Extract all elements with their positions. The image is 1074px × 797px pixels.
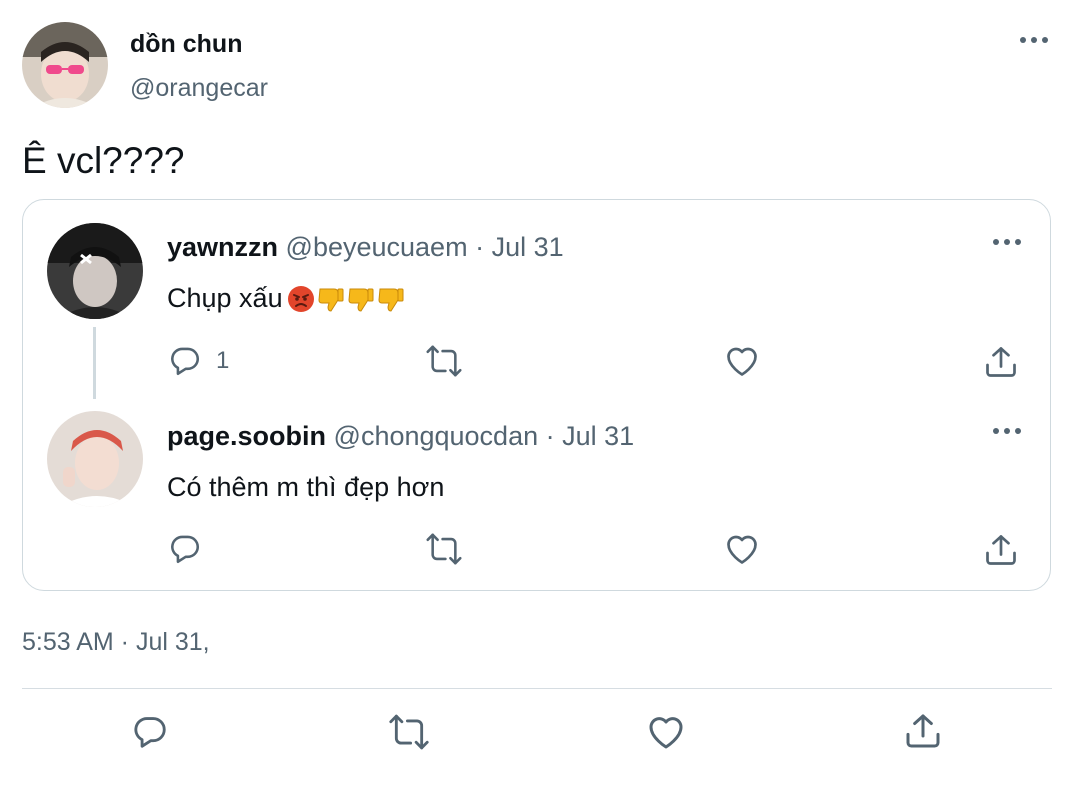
reply-count: 1	[216, 347, 230, 374]
more-icon[interactable]	[1020, 37, 1048, 43]
reply-button[interactable]: 1	[168, 344, 229, 378]
separator: ·	[538, 421, 563, 451]
share-icon	[906, 714, 940, 748]
author-name[interactable]: dồn chun	[130, 30, 242, 59]
thumbs-down-emoji	[378, 288, 404, 312]
avatar[interactable]	[47, 223, 143, 319]
share-button[interactable]	[983, 532, 1019, 568]
like-icon	[727, 535, 757, 564]
reply-icon	[134, 717, 166, 748]
retweet-icon	[426, 533, 462, 565]
like-button[interactable]	[646, 713, 686, 751]
reply-button[interactable]	[168, 532, 202, 566]
like-icon	[649, 717, 683, 749]
share-icon	[986, 535, 1016, 565]
more-icon[interactable]	[993, 239, 1021, 245]
user-handle[interactable]: @chongquocdan	[334, 421, 539, 451]
author-avatar[interactable]	[22, 22, 108, 108]
retweet-icon	[426, 345, 462, 377]
retweet-icon	[389, 714, 429, 750]
share-icon	[986, 347, 1016, 377]
thread-connector	[93, 327, 96, 399]
divider	[22, 688, 1052, 689]
tweet-header: yawnzzn @beyeucuaem · Jul 31	[167, 232, 564, 263]
thumbs-down-emoji	[348, 288, 374, 312]
avatar[interactable]	[47, 411, 143, 507]
tweet-text-body: Chụp xấu	[167, 283, 283, 313]
like-button[interactable]	[724, 532, 760, 566]
tweet-header: page.soobin @chongquocdan · Jul 31	[167, 421, 634, 452]
user-handle[interactable]: @beyeucuaem	[286, 232, 468, 262]
user-name[interactable]: page.soobin	[167, 421, 326, 451]
share-button[interactable]	[903, 711, 943, 751]
reply-icon	[171, 535, 200, 564]
tweet-text: Chụp xấu	[167, 283, 405, 314]
retweet-button[interactable]	[425, 344, 463, 378]
author-handle[interactable]: @orangecar	[130, 74, 268, 103]
like-icon	[727, 347, 757, 376]
reply-button[interactable]	[131, 713, 169, 751]
tweet-text: Ê vcl????	[22, 140, 185, 181]
reply-icon	[171, 347, 200, 376]
tweet-date[interactable]: Jul 31	[562, 421, 634, 451]
share-button[interactable]	[983, 344, 1019, 380]
retweet-button[interactable]	[388, 713, 430, 751]
retweet-button[interactable]	[425, 532, 463, 566]
tweet-timestamp[interactable]: 5:53 AM · Jul 31,	[22, 628, 210, 657]
more-icon[interactable]	[993, 428, 1021, 434]
separator: ·	[467, 232, 492, 262]
thumbs-down-emoji	[318, 288, 344, 312]
tweet-date[interactable]: Jul 31	[492, 232, 564, 262]
user-name[interactable]: yawnzzn	[167, 232, 278, 262]
like-button[interactable]	[724, 344, 760, 378]
angry-face-emoji	[287, 285, 314, 312]
tweet-text: Có thêm m thì đẹp hơn	[167, 472, 445, 502]
